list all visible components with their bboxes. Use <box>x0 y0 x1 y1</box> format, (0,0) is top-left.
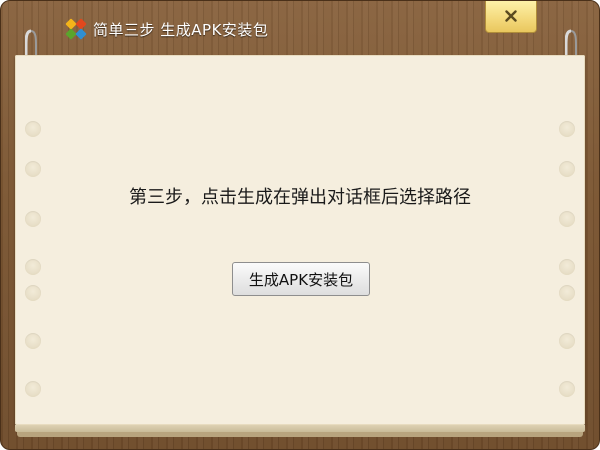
punch-hole <box>559 285 575 301</box>
title-bar[interactable]: 简单三步 生成APK安装包 <box>1 1 600 53</box>
punch-hole <box>559 381 575 397</box>
punch-hole <box>25 259 41 275</box>
punch-hole <box>559 161 575 177</box>
instruction-text: 第三步，点击生成在弹出对话框后选择路径 <box>129 187 471 208</box>
punch-hole <box>25 285 41 301</box>
window-title: 简单三步 生成APK安装包 <box>93 21 269 39</box>
close-icon <box>505 10 517 22</box>
punch-hole <box>25 333 41 349</box>
dialog-window: 简单三步 生成APK安装包 第三步，点击生成在弹出对话框后选择路径 生成APK安… <box>0 0 600 450</box>
punch-hole <box>559 121 575 137</box>
punch-hole <box>25 381 41 397</box>
paper-edge <box>15 425 585 432</box>
punch-hole <box>25 161 41 177</box>
app-logo-icon <box>65 18 87 40</box>
close-button[interactable] <box>485 1 537 33</box>
generate-apk-button[interactable]: 生成APK安装包 <box>232 262 370 296</box>
punch-hole <box>559 259 575 275</box>
paper-edge-shadow <box>17 432 583 437</box>
punch-hole <box>559 211 575 227</box>
content-panel: 第三步，点击生成在弹出对话框后选择路径 生成APK安装包 <box>15 55 585 437</box>
punch-hole <box>559 333 575 349</box>
punch-hole <box>25 121 41 137</box>
punch-hole <box>25 211 41 227</box>
